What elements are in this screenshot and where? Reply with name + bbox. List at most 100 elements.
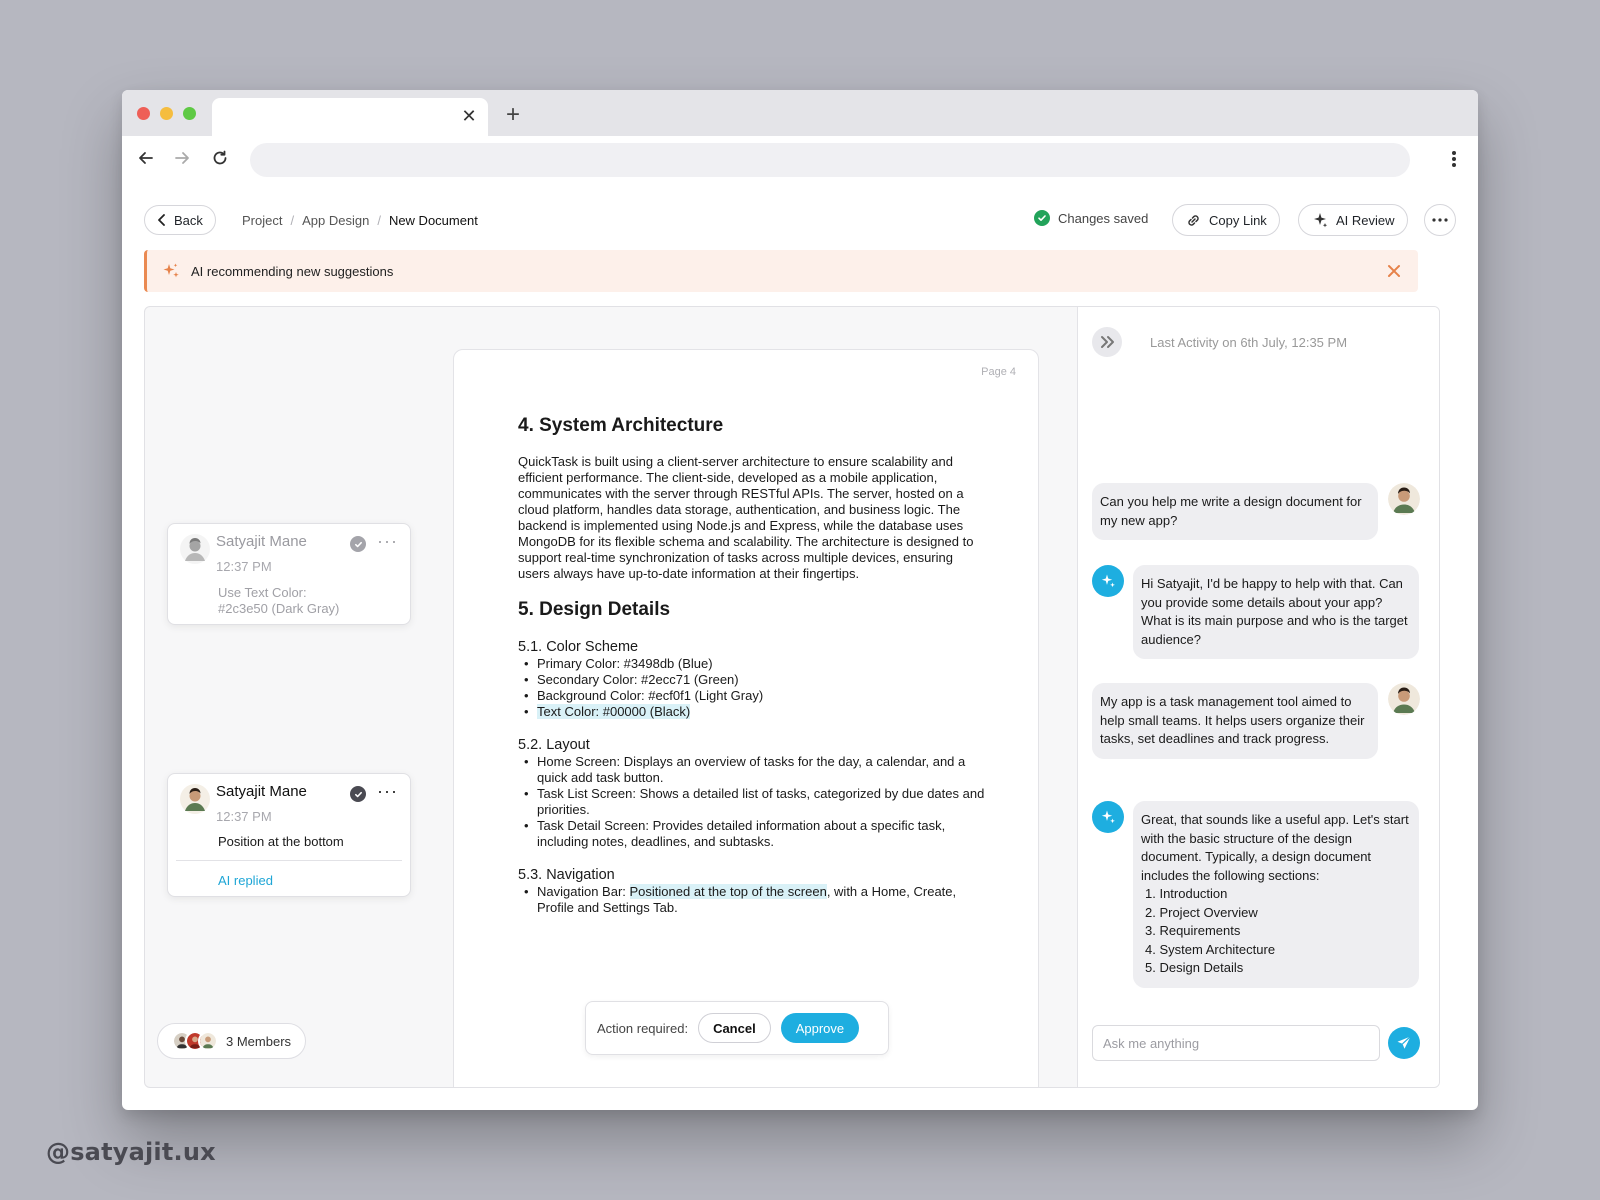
action-label: Action required: (597, 1020, 689, 1036)
divider (176, 860, 402, 861)
highlighted-text[interactable]: Positioned at the top of the screen (629, 884, 827, 899)
window-maximize-button[interactable] (183, 107, 196, 120)
new-tab-button[interactable]: + (500, 101, 526, 128)
editor-workspace: Satyajit Mane 12:37 PM ··· Use Text Colo… (144, 306, 1440, 1088)
list-item: 1. Introduction (1145, 886, 1228, 901)
tab-close-icon[interactable]: ✕ (458, 105, 480, 127)
section-heading: 4. System Architecture (518, 415, 724, 436)
avatar (180, 784, 210, 814)
comment-card[interactable]: Satyajit Mane 12:37 PM ··· Position at t… (167, 773, 411, 897)
list-item: Background Color: #ecf0f1 (Light Gray) (518, 688, 988, 704)
member-avatars (172, 1031, 218, 1051)
list-item: Text Color: #00000 (Black) (518, 704, 988, 720)
chat-input[interactable] (1092, 1025, 1380, 1061)
cancel-button[interactable]: Cancel (698, 1013, 771, 1043)
forward-arrow-icon[interactable] (170, 146, 194, 170)
sparkle-icon (1314, 213, 1328, 228)
tab-strip: ✕ + (122, 90, 1478, 136)
check-circle-icon (1034, 210, 1050, 226)
ai-review-label: AI Review (1336, 212, 1395, 228)
comment-card[interactable]: Satyajit Mane 12:37 PM ··· Use Text Colo… (167, 523, 411, 625)
send-icon (1397, 1036, 1411, 1049)
list-item: Task List Screen: Shows a detailed list … (518, 786, 988, 818)
list-item: 3. Requirements (1145, 923, 1241, 938)
list-item: Task Detail Screen: Provides detailed in… (518, 818, 988, 850)
back-arrow-icon[interactable] (134, 146, 158, 170)
copy-link-button[interactable]: Copy Link (1172, 204, 1280, 236)
highlighted-text[interactable]: Text Color: #00000 (Black) (537, 704, 691, 719)
back-label: Back (174, 212, 203, 228)
list-item: Primary Color: #3498db (Blue) (518, 656, 988, 672)
save-status: Changes saved (1034, 210, 1148, 226)
banner-text: AI recommending new suggestions (191, 263, 394, 279)
double-chevron-right-icon (1101, 336, 1114, 348)
page-number: Page 4 (981, 366, 1016, 378)
breadcrumb-separator: / (377, 212, 381, 228)
section-heading: 5. Design Details (518, 599, 671, 620)
address-bar[interactable] (250, 143, 1410, 177)
document-content: 4. System Architecture QuickTask is buil… (518, 414, 988, 916)
ai-replied-link[interactable]: AI replied (218, 873, 273, 889)
approve-button[interactable]: Approve (780, 1013, 860, 1043)
comment-text: Use Text Color: (218, 585, 307, 600)
reload-icon[interactable] (208, 146, 232, 170)
layout-list: Home Screen: Displays an overview of tas… (518, 754, 988, 850)
resolve-check-icon[interactable] (350, 536, 366, 552)
breadcrumb-item-current: New Document (388, 212, 478, 228)
breadcrumb-item-project[interactable]: Project (242, 213, 282, 228)
save-status-text: Changes saved (1058, 210, 1149, 226)
send-button[interactable] (1388, 1027, 1420, 1059)
subsection-heading: 5.2. Layout (518, 737, 590, 753)
browser-window: ✕ + Back Project / App Design / New Docu… (122, 90, 1478, 1110)
subsection-heading: 5.3. Navigation (518, 867, 615, 883)
avatar (1388, 483, 1420, 515)
breadcrumb-item-app-design[interactable]: App Design (302, 213, 369, 228)
collapse-panel-button[interactable] (1092, 327, 1122, 357)
window-close-button[interactable] (137, 107, 150, 120)
user-message: Can you help me write a design document … (1092, 483, 1378, 540)
ai-sparkle-icon (1092, 565, 1124, 597)
avatar (180, 534, 210, 564)
chevron-left-icon (158, 214, 165, 226)
copy-link-label: Copy Link (1209, 212, 1267, 228)
avatar (198, 1031, 218, 1051)
ai-message: Great, that sounds like a useful app. Le… (1133, 801, 1419, 988)
members-pill[interactable]: 3 Members (157, 1023, 307, 1059)
watermark: @satyajit.ux (46, 1138, 216, 1166)
browser-menu-icon[interactable] (1444, 148, 1464, 170)
list-item: 4. System Architecture (1145, 941, 1276, 957)
subsection-heading: 5.1. Color Scheme (518, 639, 639, 655)
comment-more-icon[interactable]: ··· (377, 532, 398, 550)
window-minimize-button[interactable] (160, 107, 173, 120)
list-item: 2. Project Overview (1145, 904, 1258, 920)
list-item: Home Screen: Displays an overview of tas… (518, 754, 988, 786)
ai-review-button[interactable]: AI Review (1298, 204, 1408, 236)
list-item: Secondary Color: #2ecc71 (Green) (518, 672, 988, 688)
avatar (1388, 683, 1420, 715)
browser-tab[interactable]: ✕ (212, 98, 488, 136)
back-button[interactable]: Back (144, 205, 216, 235)
close-icon[interactable] (1384, 261, 1404, 281)
comment-text: #2c3e50 (Dark Gray) (218, 601, 340, 616)
list-item: Navigation Bar: Positioned at the top of… (518, 884, 988, 916)
more-horizontal-icon (1432, 218, 1448, 222)
more-options-button[interactable] (1424, 204, 1456, 236)
comment-author: Satyajit Mane (216, 533, 307, 550)
ai-chat-panel: Last Activity on 6th July, 12:35 PM Can … (1077, 307, 1439, 1087)
list-item: 5. Design Details (1145, 960, 1244, 975)
comment-time: 12:37 PM (216, 559, 272, 574)
link-icon (1188, 214, 1199, 226)
action-required-bar: Action required: Cancel Approve (585, 1001, 889, 1055)
members-label: 3 Members (226, 1033, 292, 1049)
ai-message-text: Great, that sounds like a useful app. Le… (1141, 812, 1409, 883)
paragraph: QuickTask is built using a client-server… (518, 454, 974, 581)
resolve-check-icon[interactable] (350, 786, 366, 802)
ai-sparkle-icon (1092, 801, 1124, 833)
comment-time: 12:37 PM (216, 809, 272, 824)
comment-more-icon[interactable]: ··· (377, 782, 398, 800)
sections-list: 1. Introduction 2. Project Overview 3. R… (1141, 885, 1410, 978)
last-activity: Last Activity on 6th July, 12:35 PM (1150, 335, 1348, 350)
document-page[interactable]: Page 4 4. System Architecture QuickTask … (453, 349, 1039, 1087)
user-message: My app is a task management tool aimed t… (1092, 683, 1378, 759)
color-scheme-list: Primary Color: #3498db (Blue) Secondary … (518, 656, 988, 720)
